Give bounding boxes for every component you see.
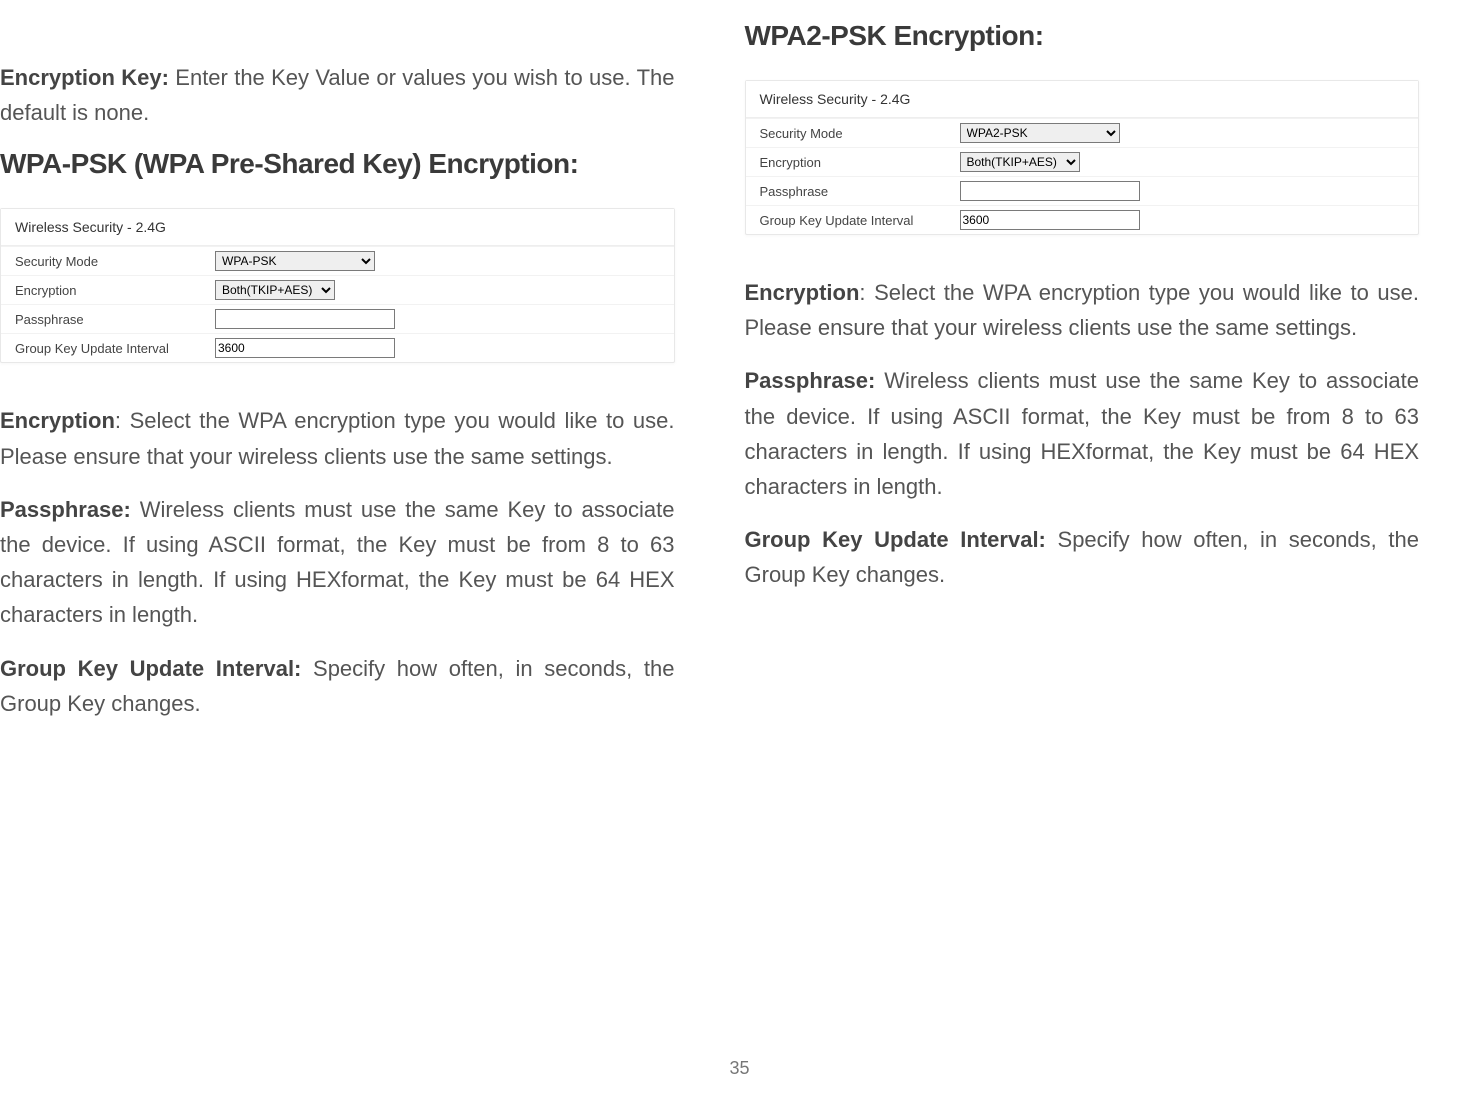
right-passphrase-bold: Passphrase: (745, 368, 876, 393)
control-passphrase (960, 181, 1405, 201)
row-passphrase: Passphrase (1, 304, 674, 333)
encryption-key-paragraph: Encryption Key: Enter the Key Value or v… (0, 60, 675, 130)
right-encryption-paragraph: Encryption: Select the WPA encryption ty… (745, 275, 1420, 345)
control-group-key (215, 338, 660, 358)
row-security-mode: Security Mode WPA2-PSK (746, 118, 1419, 147)
row-encryption: Encryption Both(TKIP+AES) (746, 147, 1419, 176)
right-column: WPA2-PSK Encryption: Wireless Security -… (745, 20, 1420, 739)
label-encryption: Encryption (15, 283, 215, 298)
encryption-select[interactable]: Both(TKIP+AES) (215, 280, 335, 300)
left-column: Encryption Key: Enter the Key Value or v… (0, 20, 675, 739)
passphrase-input[interactable] (215, 309, 395, 329)
group-key-input[interactable] (215, 338, 395, 358)
security-mode-select[interactable]: WPA-PSK (215, 251, 375, 271)
wpa2-psk-panel: Wireless Security - 2.4G Security Mode W… (745, 80, 1420, 235)
left-passphrase-paragraph: Passphrase: Wireless clients must use th… (0, 492, 675, 633)
right-passphrase-paragraph: Passphrase: Wireless clients must use th… (745, 363, 1420, 504)
panel-title: Wireless Security - 2.4G (1, 209, 674, 246)
security-mode-select[interactable]: WPA2-PSK (960, 123, 1120, 143)
left-encryption-bold: Encryption (0, 408, 115, 433)
right-group-paragraph: Group Key Update Interval: Specify how o… (745, 522, 1420, 592)
control-encryption: Both(TKIP+AES) (215, 280, 660, 300)
control-security-mode: WPA-PSK (215, 251, 660, 271)
control-security-mode: WPA2-PSK (960, 123, 1405, 143)
wpa-psk-heading: WPA-PSK (WPA Pre-Shared Key) Encryption: (0, 148, 675, 180)
control-encryption: Both(TKIP+AES) (960, 152, 1405, 172)
control-passphrase (215, 309, 660, 329)
label-passphrase: Passphrase (760, 184, 960, 199)
row-encryption: Encryption Both(TKIP+AES) (1, 275, 674, 304)
right-encryption-bold: Encryption (745, 280, 860, 305)
left-group-paragraph: Group Key Update Interval: Specify how o… (0, 651, 675, 721)
row-security-mode: Security Mode WPA-PSK (1, 246, 674, 275)
wpa-psk-panel: Wireless Security - 2.4G Security Mode W… (0, 208, 675, 363)
panel-title: Wireless Security - 2.4G (746, 81, 1419, 118)
label-security-mode: Security Mode (760, 126, 960, 141)
wpa2-psk-heading: WPA2-PSK Encryption: (745, 20, 1420, 52)
encryption-select[interactable]: Both(TKIP+AES) (960, 152, 1080, 172)
encryption-key-label: Encryption Key: (0, 65, 169, 90)
row-passphrase: Passphrase (746, 176, 1419, 205)
label-group-key: Group Key Update Interval (760, 213, 960, 228)
left-passphrase-bold: Passphrase: (0, 497, 131, 522)
left-encryption-paragraph: Encryption: Select the WPA encryption ty… (0, 403, 675, 473)
row-group-key: Group Key Update Interval (746, 205, 1419, 234)
label-encryption: Encryption (760, 155, 960, 170)
passphrase-input[interactable] (960, 181, 1140, 201)
page-columns: Encryption Key: Enter the Key Value or v… (0, 20, 1419, 739)
label-security-mode: Security Mode (15, 254, 215, 269)
control-group-key (960, 210, 1405, 230)
left-group-bold: Group Key Update Interval: (0, 656, 301, 681)
page-number: 35 (0, 1058, 1479, 1079)
group-key-input[interactable] (960, 210, 1140, 230)
label-passphrase: Passphrase (15, 312, 215, 327)
row-group-key: Group Key Update Interval (1, 333, 674, 362)
label-group-key: Group Key Update Interval (15, 341, 215, 356)
right-group-bold: Group Key Update Interval: (745, 527, 1046, 552)
